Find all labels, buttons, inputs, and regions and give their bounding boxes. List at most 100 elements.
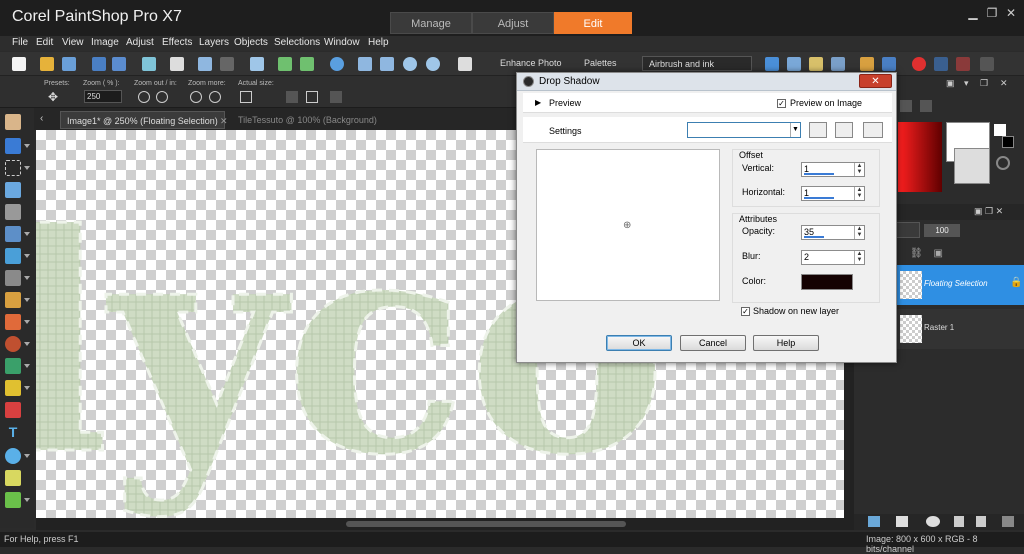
rotate-left-icon[interactable] bbox=[278, 57, 292, 71]
spin-arrows-icon[interactable]: ▲ ▼ bbox=[854, 251, 864, 264]
color-picker-gradient[interactable] bbox=[898, 122, 942, 192]
tab-adjust[interactable]: Adjust bbox=[472, 12, 554, 34]
shape-tool-more-icon[interactable] bbox=[24, 454, 30, 458]
color-replacer-tool-icon[interactable] bbox=[5, 358, 21, 374]
pan-tool-icon[interactable] bbox=[5, 114, 21, 130]
menu-adjust[interactable]: Adjust bbox=[126, 37, 154, 48]
adjustment-layer-icon[interactable] bbox=[926, 516, 940, 527]
help-button[interactable]: Help bbox=[753, 335, 819, 351]
selection-tool-icon[interactable] bbox=[5, 160, 21, 176]
selection-tool-more-icon[interactable] bbox=[24, 166, 30, 170]
panel-close-icon[interactable]: ✕ bbox=[1000, 78, 1008, 89]
dropper-tool-icon[interactable] bbox=[5, 182, 21, 198]
clone-tool-icon[interactable] bbox=[5, 292, 21, 308]
preview-on-image-checkbox[interactable]: ✓ bbox=[777, 99, 786, 108]
shadow-color-swatch[interactable] bbox=[801, 274, 853, 290]
reset-preset-icon[interactable] bbox=[835, 122, 853, 138]
new-file-icon[interactable] bbox=[12, 57, 26, 71]
text-tool-icon[interactable]: T bbox=[5, 424, 21, 440]
record-icon[interactable] bbox=[912, 57, 926, 71]
panel-pin-icon[interactable]: ▣ bbox=[946, 78, 955, 89]
stop-script-icon[interactable] bbox=[882, 57, 896, 71]
dodge-tool-icon[interactable] bbox=[5, 336, 21, 352]
layers-panel-controls-icon[interactable]: ▣ ❐ ✕ bbox=[974, 206, 1003, 217]
cancel-button[interactable]: Cancel bbox=[680, 335, 746, 351]
pen-tool-icon[interactable] bbox=[5, 470, 21, 486]
link-icon[interactable]: ⛓ bbox=[910, 248, 923, 259]
share-icon[interactable] bbox=[142, 57, 156, 71]
dialog-close-button[interactable]: ✕ bbox=[859, 74, 892, 88]
save-record-icon[interactable] bbox=[980, 57, 994, 71]
workspace-select[interactable]: Airbrush and ink bbox=[642, 56, 752, 71]
shadow-preview-box[interactable]: ⊕ bbox=[536, 149, 720, 301]
edit-script-icon[interactable] bbox=[809, 57, 823, 71]
fit-window-icon[interactable] bbox=[286, 91, 298, 103]
horizontal-offset-input[interactable]: 1 ▲ ▼ bbox=[801, 186, 865, 201]
paint-brush-tool-icon[interactable] bbox=[5, 314, 21, 330]
bg-color-chip[interactable] bbox=[1002, 136, 1014, 148]
open-folder-icon[interactable] bbox=[40, 57, 54, 71]
save-preset-icon[interactable] bbox=[809, 122, 827, 138]
layer-lock-icon[interactable]: 🔒 bbox=[1010, 277, 1022, 288]
flood-fill-tool-more-icon[interactable] bbox=[24, 386, 30, 390]
straighten-tool-icon[interactable] bbox=[5, 226, 21, 242]
fg-color-chip[interactable] bbox=[994, 124, 1006, 136]
dialog-title-bar[interactable]: Drop Shadow ✕ bbox=[517, 73, 896, 91]
menu-layers[interactable]: Layers bbox=[199, 37, 229, 48]
restore-icon[interactable]: ❐ bbox=[985, 6, 999, 20]
vertical-offset-input[interactable]: 1 ▲ ▼ bbox=[801, 162, 865, 177]
opacity-slider[interactable] bbox=[804, 236, 824, 238]
cancel-record-icon[interactable] bbox=[956, 57, 970, 71]
picture-tube-tool-icon[interactable] bbox=[5, 402, 21, 418]
warp-brush-tool-more-icon[interactable] bbox=[24, 498, 30, 502]
pick-tool-icon[interactable] bbox=[5, 138, 21, 154]
enhance-photo-menu[interactable]: Enhance Photo bbox=[500, 56, 562, 71]
zoom-in-icon[interactable] bbox=[426, 57, 440, 71]
actual-size-icon[interactable] bbox=[240, 91, 252, 103]
move-tool-preset-icon[interactable]: ✥ bbox=[48, 90, 66, 104]
menu-view[interactable]: View bbox=[62, 37, 84, 48]
undo-icon[interactable] bbox=[198, 57, 212, 71]
save-as-icon[interactable] bbox=[112, 57, 126, 71]
new-mask-icon[interactable] bbox=[896, 516, 908, 527]
doc-tab-close-icon[interactable]: ✕ bbox=[220, 116, 228, 127]
paint-brush-tool-more-icon[interactable] bbox=[24, 320, 30, 324]
run-script-icon[interactable] bbox=[860, 57, 874, 71]
horizontal-offset-slider[interactable] bbox=[804, 197, 834, 199]
materials-options-icon[interactable] bbox=[900, 100, 912, 112]
zoom-fit-icon[interactable] bbox=[358, 57, 372, 71]
straighten-tool-more-icon[interactable] bbox=[24, 232, 30, 236]
duplicate-layer-icon[interactable] bbox=[954, 516, 964, 527]
panel-menu-icon[interactable]: ▾ bbox=[964, 78, 969, 89]
flood-fill-tool-icon[interactable] bbox=[5, 380, 21, 396]
ok-button[interactable]: OK bbox=[606, 335, 672, 351]
browse-icon[interactable] bbox=[62, 57, 76, 71]
zoom-more-out-icon[interactable] bbox=[190, 91, 202, 103]
pause-icon[interactable] bbox=[934, 57, 948, 71]
tab-manage[interactable]: Manage bbox=[390, 12, 472, 34]
vertical-offset-slider[interactable] bbox=[804, 173, 834, 175]
doc-tab-tiletessuto[interactable]: TileTessuto @ 100% (Background) bbox=[232, 111, 383, 129]
makeover-tool-more-icon[interactable] bbox=[24, 276, 30, 280]
horizontal-scroll-thumb[interactable] bbox=[346, 521, 626, 527]
color-replacer-tool-more-icon[interactable] bbox=[24, 364, 30, 368]
minimize-icon[interactable]: ▁ bbox=[966, 6, 980, 20]
zoom-out-icon[interactable] bbox=[403, 57, 417, 71]
layer-properties-icon[interactable] bbox=[1002, 516, 1014, 527]
background-swatch[interactable] bbox=[954, 148, 990, 184]
fit-image-icon[interactable] bbox=[306, 91, 318, 103]
zoom-input[interactable]: 250 bbox=[84, 90, 122, 103]
tab-edit[interactable]: Edit bbox=[554, 12, 632, 34]
delete-layer-icon[interactable] bbox=[976, 516, 986, 527]
menu-file[interactable]: File bbox=[12, 37, 28, 48]
warp-brush-tool-icon[interactable] bbox=[5, 492, 21, 508]
zoom-more-in-icon[interactable] bbox=[209, 91, 221, 103]
blur-input[interactable]: 2 ▲ ▼ bbox=[801, 250, 865, 265]
menu-selections[interactable]: Selections bbox=[274, 37, 320, 48]
actual-size-icon[interactable] bbox=[380, 57, 394, 71]
lock-icon[interactable]: ▣ bbox=[933, 248, 942, 259]
panel-restore-icon[interactable]: ❐ bbox=[980, 78, 988, 89]
preview-label[interactable]: Preview bbox=[549, 98, 581, 108]
script-output-icon[interactable] bbox=[831, 57, 845, 71]
transparent-icon[interactable] bbox=[996, 156, 1010, 170]
